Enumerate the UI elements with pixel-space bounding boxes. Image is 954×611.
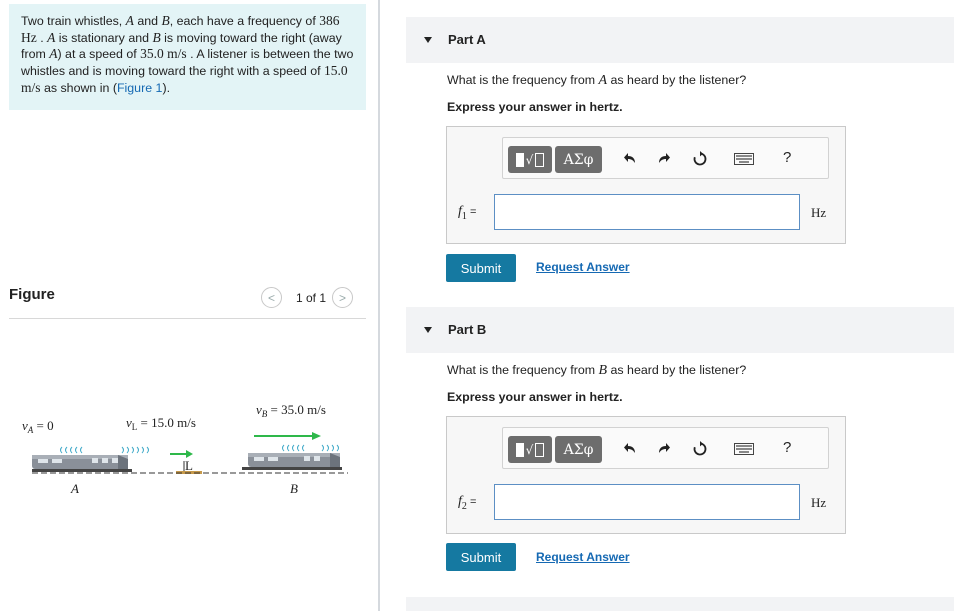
figure-title: Figure bbox=[9, 286, 55, 303]
label-b: B bbox=[290, 481, 298, 496]
keyboard-icon[interactable] bbox=[733, 150, 755, 168]
part-b-submit-button[interactable]: Submit bbox=[446, 543, 516, 571]
undo-icon[interactable] bbox=[621, 150, 639, 168]
problem-text: ). bbox=[162, 80, 171, 95]
figure-pager: < 1 of 1 > bbox=[261, 287, 354, 308]
vl-label: vL = 15.0 m/s bbox=[126, 415, 196, 432]
templates-icon: √ bbox=[515, 152, 545, 167]
next-figure-button[interactable]: > bbox=[332, 287, 354, 308]
train-figure: vA = 0 vL = 15.0 m/s vB = 35.0 m/s L A B bbox=[22, 402, 348, 496]
math-var: B bbox=[152, 29, 161, 45]
part-a-instruction: Express your answer in hertz. bbox=[447, 100, 623, 114]
problem-text: ) at a speed of bbox=[57, 47, 141, 62]
next-part-header bbox=[406, 597, 954, 611]
part-a-submit-button[interactable]: Submit bbox=[446, 254, 516, 282]
listener-label: L bbox=[185, 458, 193, 473]
question-text: as heard by the listener? bbox=[607, 73, 747, 87]
f2-input[interactable] bbox=[494, 484, 800, 520]
math-var: B bbox=[161, 13, 170, 28]
part-a-title: Part A bbox=[448, 32, 486, 47]
help-icon[interactable]: ? bbox=[783, 439, 791, 456]
templates-button[interactable]: √ bbox=[508, 146, 552, 173]
pager-text: 1 of 1 bbox=[296, 290, 327, 305]
column-divider bbox=[378, 0, 380, 611]
sound-waves-a bbox=[60, 446, 149, 454]
part-b-header[interactable]: Part B bbox=[406, 307, 954, 353]
question-text: What is the frequency from bbox=[447, 73, 599, 87]
part-a-question: What is the frequency from A as heard by… bbox=[447, 73, 746, 89]
collapse-triangle-icon bbox=[424, 327, 432, 333]
problem-text: , each have a frequency of bbox=[169, 14, 320, 28]
f1-label: f1 = bbox=[458, 204, 477, 222]
collapse-triangle-icon bbox=[424, 37, 432, 43]
part-a-answer-box: √ ΑΣφ ? f1 = Hz bbox=[446, 126, 846, 244]
unit-label: Hz bbox=[811, 205, 827, 220]
problem-text: and bbox=[133, 14, 162, 28]
prev-figure-button[interactable]: < bbox=[261, 287, 282, 308]
part-b-request-answer-link[interactable]: Request Answer bbox=[536, 550, 630, 564]
figure-link[interactable]: Figure 1 bbox=[117, 81, 162, 95]
templates-icon: √ bbox=[515, 442, 545, 457]
part-b-instruction: Express your answer in hertz. bbox=[447, 390, 623, 404]
keyboard-icon[interactable] bbox=[733, 440, 755, 458]
part-b-title: Part B bbox=[448, 322, 487, 337]
f2-label: f2 = bbox=[458, 494, 477, 512]
math-var: A bbox=[125, 13, 134, 28]
f1-input[interactable] bbox=[494, 194, 800, 230]
question-text: as heard by the listener? bbox=[607, 363, 747, 377]
undo-icon[interactable] bbox=[621, 440, 639, 458]
templates-button[interactable]: √ bbox=[508, 436, 552, 463]
unit-label: Hz bbox=[811, 495, 827, 510]
problem-column: Two train whistles, A and B, each have a… bbox=[0, 0, 378, 611]
part-a-request-answer-link[interactable]: Request Answer bbox=[536, 260, 630, 274]
va-label: vA = 0 bbox=[22, 418, 54, 435]
symbols-icon: ΑΣφ bbox=[563, 151, 594, 168]
math-toolbar: √ ΑΣφ ? bbox=[502, 427, 829, 469]
problem-text: is stationary and bbox=[55, 30, 153, 45]
symbols-button[interactable]: ΑΣφ bbox=[555, 146, 602, 173]
train-a bbox=[32, 455, 132, 472]
redo-icon[interactable] bbox=[655, 440, 673, 458]
part-b-question: What is the frequency from B as heard by… bbox=[447, 363, 746, 379]
chevron-right-icon: > bbox=[339, 290, 347, 305]
chevron-left-icon: < bbox=[267, 290, 275, 305]
sound-waves-b bbox=[282, 444, 339, 452]
reset-icon[interactable] bbox=[691, 440, 709, 458]
problem-text: Two train whistles, bbox=[21, 14, 126, 28]
problem-statement: Two train whistles, A and B, each have a… bbox=[9, 4, 366, 110]
question-text: What is the frequency from bbox=[447, 363, 599, 377]
listener: L bbox=[170, 450, 202, 474]
part-b-answer-box: √ ΑΣφ ? f2 = Hz bbox=[446, 416, 846, 534]
help-icon[interactable]: ? bbox=[783, 149, 791, 166]
vb-label: vB = 35.0 m/s bbox=[256, 402, 326, 419]
symbols-icon: ΑΣφ bbox=[563, 441, 594, 458]
speed-b-value: 35.0 m/s bbox=[140, 46, 187, 62]
symbols-button[interactable]: ΑΣφ bbox=[555, 436, 602, 463]
math-toolbar: √ ΑΣφ ? bbox=[502, 137, 829, 179]
math-var: B bbox=[598, 363, 608, 378]
part-a-header[interactable]: Part A bbox=[406, 17, 954, 63]
problem-text: . bbox=[36, 30, 48, 45]
problem-text: as shown in ( bbox=[40, 80, 117, 95]
figure-header: Figure < 1 of 1 > bbox=[9, 285, 366, 319]
redo-icon[interactable] bbox=[655, 150, 673, 168]
math-var: A bbox=[598, 73, 608, 88]
label-a: A bbox=[70, 481, 79, 496]
reset-icon[interactable] bbox=[691, 150, 709, 168]
